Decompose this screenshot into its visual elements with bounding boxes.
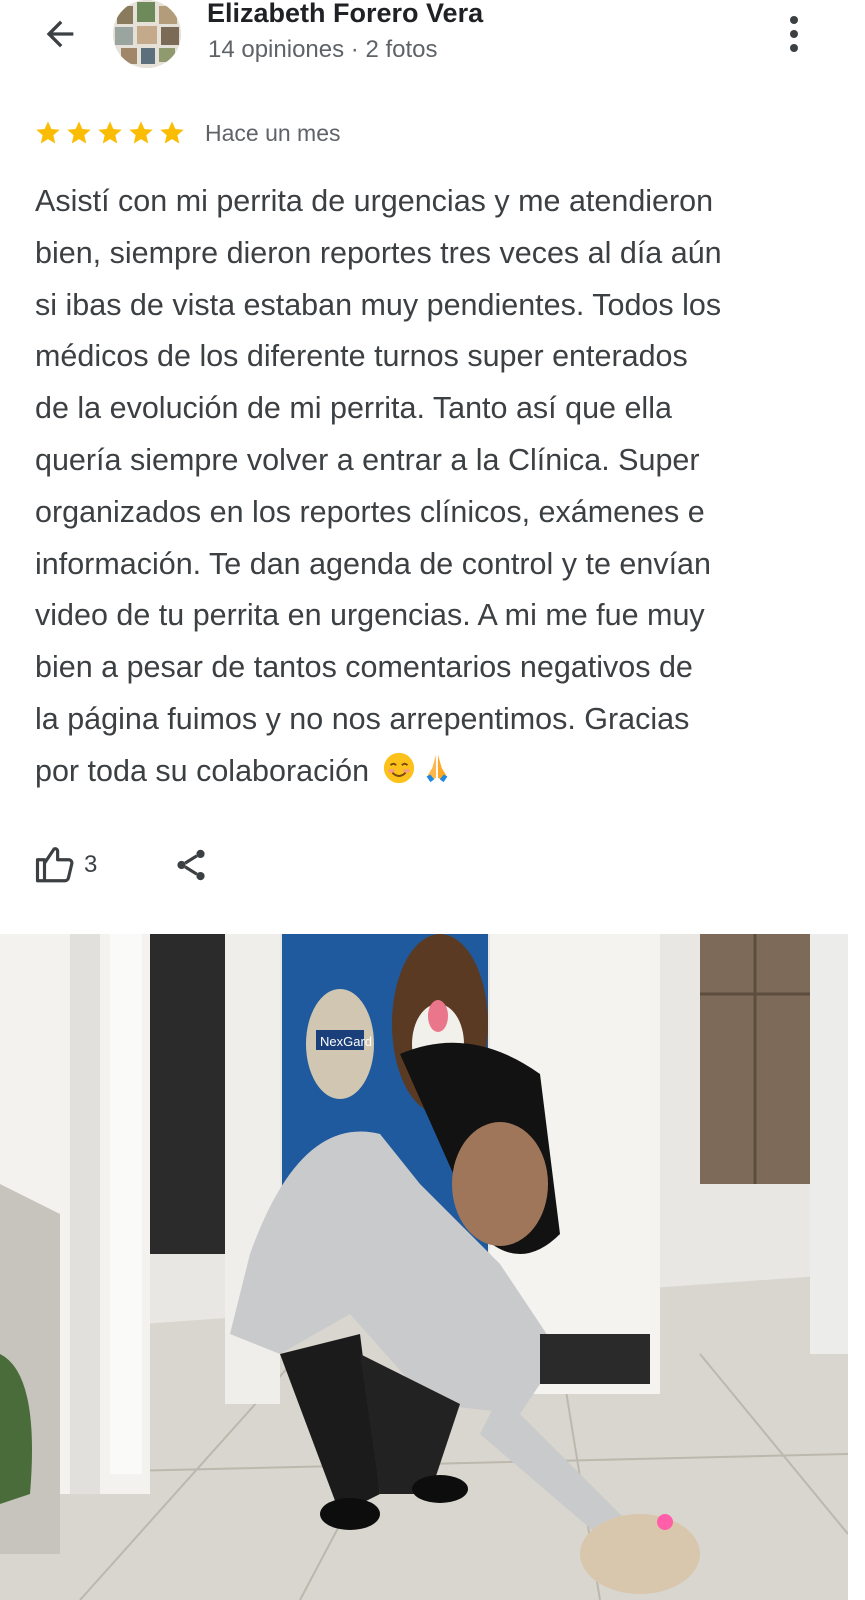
review-time: Hace un mes [205, 119, 341, 146]
star-icon [67, 121, 91, 144]
review-line: de la evolución de mi perrita. Tanto así… [35, 391, 672, 426]
share-button[interactable] [171, 845, 211, 885]
review-line-last: por toda su colaboración [35, 746, 835, 798]
review-page: Elizabeth Forero Vera 14 opiniones · 2 f… [0, 0, 865, 1600]
smiling-face-icon [383, 752, 414, 783]
review-line: video de tu perrita en urgencias. A mi m… [35, 598, 705, 633]
review-text: Asistí con mi perrita de urgencias y me … [35, 176, 835, 798]
review-line: bien a pesar de tantos comentarios negat… [35, 650, 693, 685]
review-line: información. Te dan agenda de control y … [35, 546, 711, 581]
reviewer-avatar[interactable] [113, 0, 181, 68]
like-button[interactable]: 3 [34, 844, 97, 886]
review-photo[interactable]: NexGard [0, 934, 848, 1600]
back-button[interactable] [38, 12, 82, 56]
folded-hands-icon [426, 754, 447, 782]
thumb-up-icon [35, 847, 74, 883]
star-icon [129, 121, 153, 144]
review-line-text: por toda su colaboración [35, 753, 370, 788]
share-icon [177, 849, 205, 881]
more-vert-icon [790, 16, 798, 24]
arrow-left-icon [46, 20, 74, 48]
reviewer-name[interactable]: Elizabeth Forero Vera [207, 0, 483, 29]
like-count: 3 [84, 851, 98, 878]
star-icon [98, 121, 122, 144]
star-rating [34, 119, 186, 147]
review-line: Asistí con mi perrita de urgencias y me … [35, 184, 714, 218]
badge-text: NexGard [320, 1034, 372, 1049]
more-options-button[interactable] [779, 12, 809, 56]
rating-row: Hace un mes [34, 116, 341, 150]
review-line: quería siempre volver a entrar a la Clín… [35, 442, 700, 477]
review-actions: 3 [34, 840, 211, 890]
reviewer-meta: 14 opiniones · 2 fotos [208, 36, 438, 63]
review-line: médicos de los diferente turnos super en… [35, 339, 688, 374]
photo-scene: NexGard [0, 934, 848, 1600]
star-icon [160, 121, 184, 144]
review-line: la página fuimos y no nos arrepentimos. … [35, 701, 690, 736]
review-line: bien, siempre dieron reportes tres veces… [35, 235, 722, 270]
star-icon [36, 121, 60, 144]
review-line: organizados en los reportes clínicos, ex… [35, 494, 705, 529]
review-line: si ibas de vista estaban muy pendientes.… [35, 287, 722, 322]
review-header: Elizabeth Forero Vera 14 opiniones · 2 f… [0, 0, 865, 80]
